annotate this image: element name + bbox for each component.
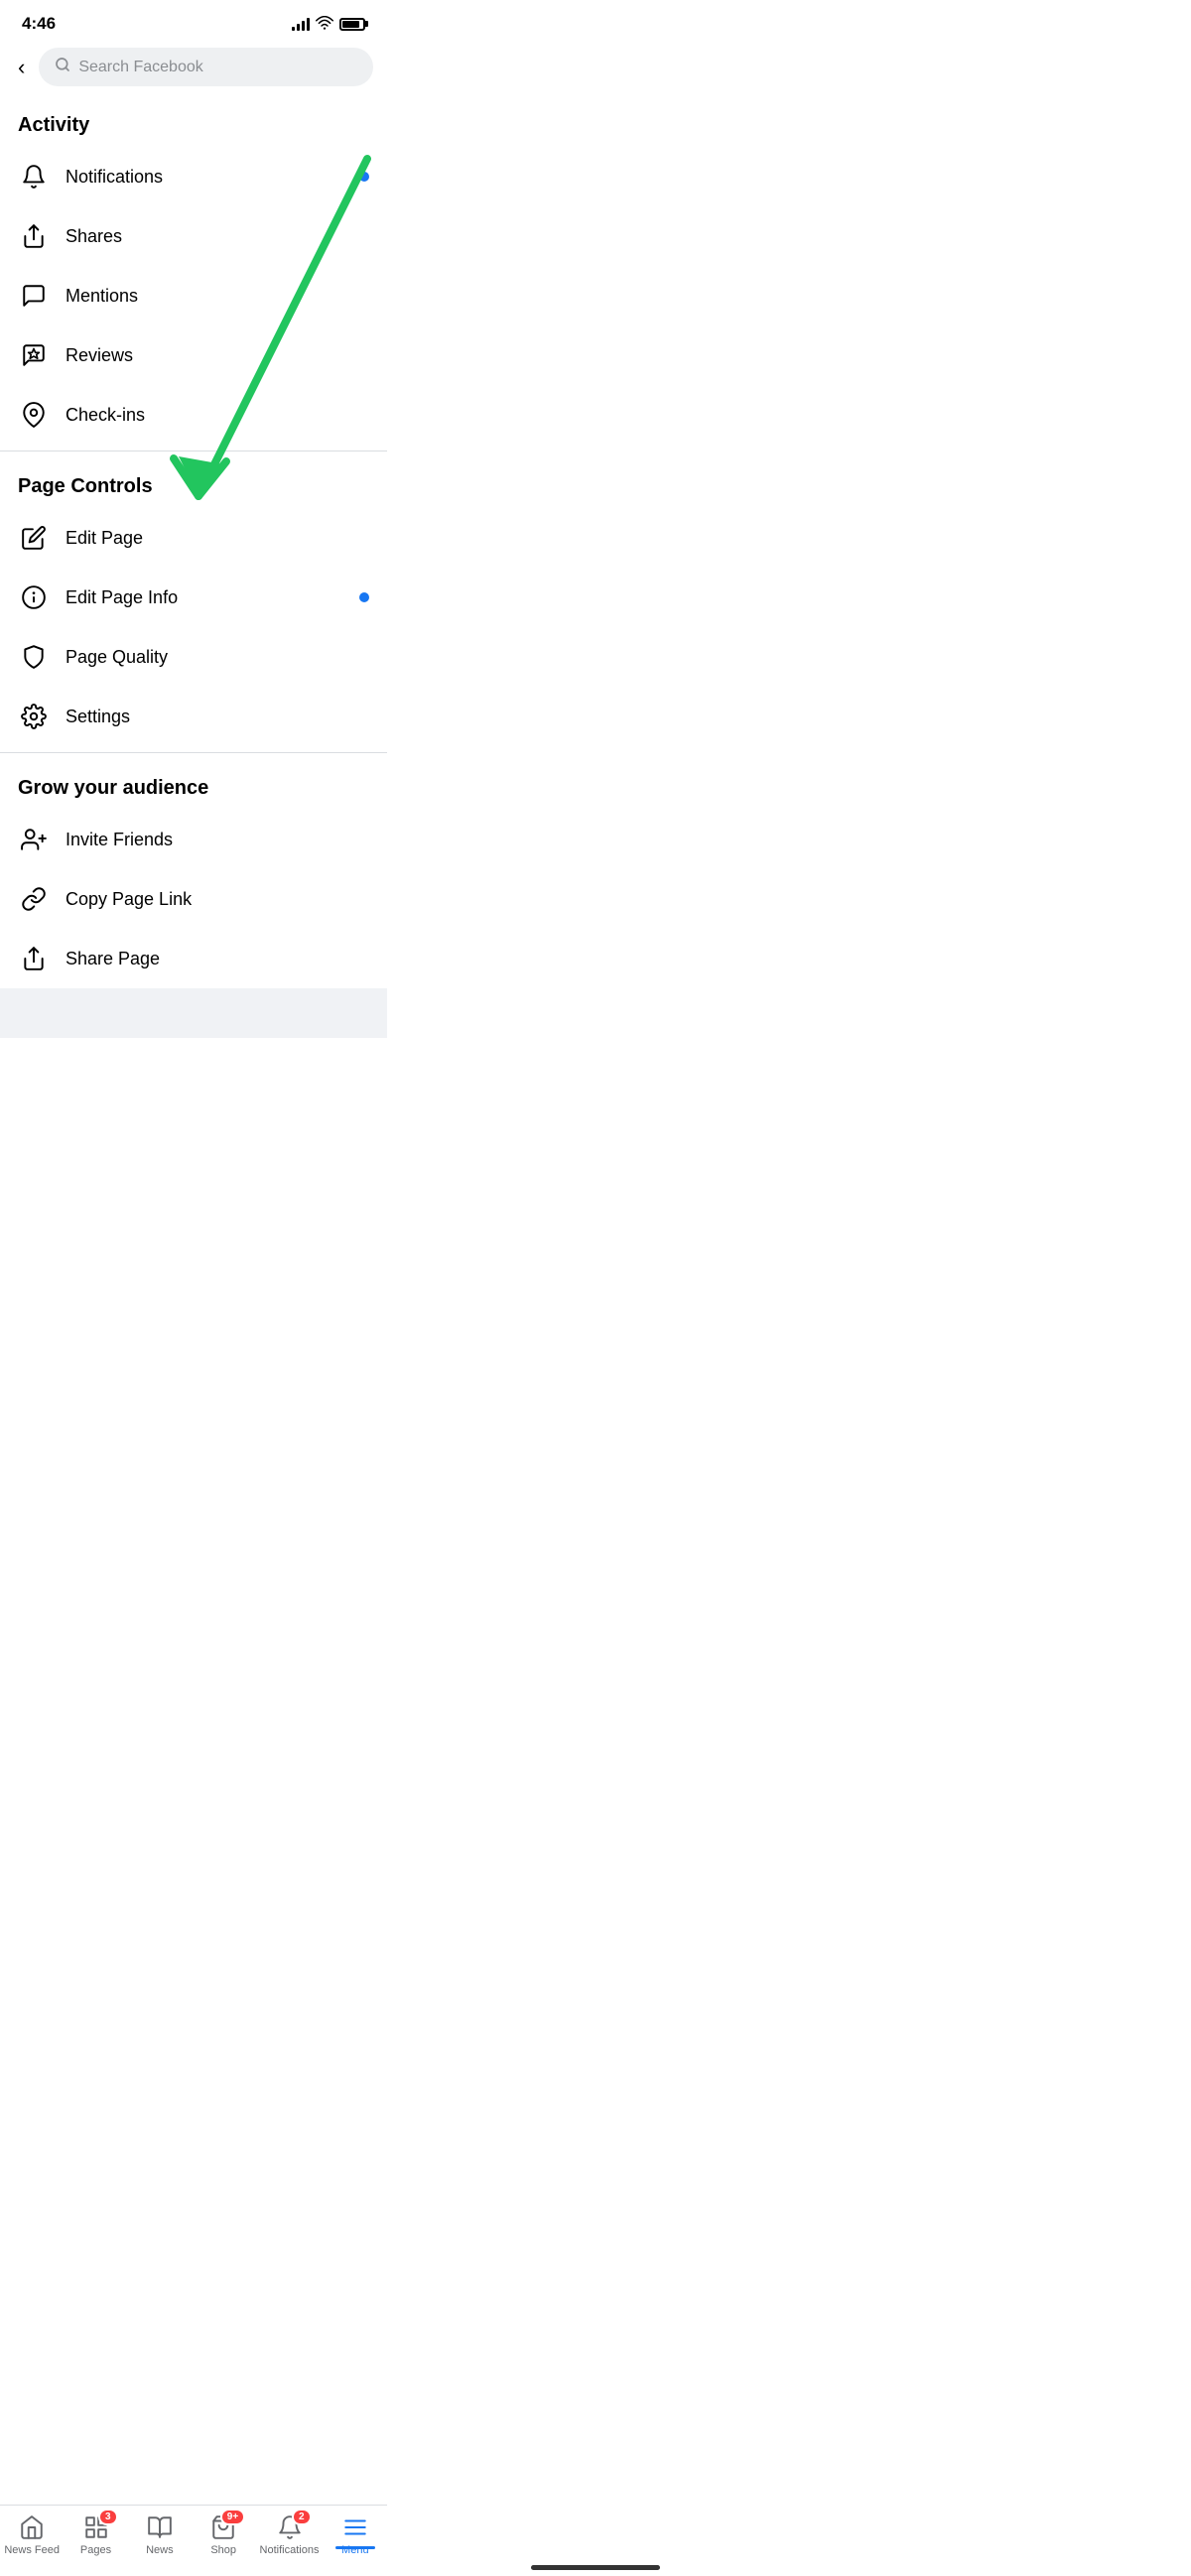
person-plus-icon — [18, 824, 50, 855]
top-nav: ‹ Search Facebook — [0, 42, 387, 96]
share-page-item[interactable]: Share Page — [0, 929, 387, 988]
share-page-icon — [18, 943, 50, 974]
invite-friends-label: Invite Friends — [66, 830, 369, 850]
gear-icon — [18, 701, 50, 732]
pages-badge: 3 — [98, 2509, 118, 2525]
tab-pages[interactable]: 3 Pages — [68, 2513, 124, 2556]
pencil-icon — [18, 522, 50, 554]
news-icon — [146, 2513, 174, 2541]
menu-active-indicator — [335, 2546, 375, 2549]
search-placeholder: Search Facebook — [78, 59, 202, 76]
checkins-item[interactable]: Check-ins — [0, 385, 387, 445]
tab-shop[interactable]: 9+ Shop — [196, 2513, 251, 2556]
checkins-label: Check-ins — [66, 405, 369, 426]
location-icon — [18, 399, 50, 431]
tab-menu[interactable]: Menu — [328, 2513, 383, 2556]
page-quality-item[interactable]: Page Quality — [0, 627, 387, 687]
signal-icon — [292, 17, 310, 31]
shares-item[interactable]: Shares — [0, 206, 387, 266]
home-icon — [18, 2513, 46, 2541]
copy-page-link-item[interactable]: Copy Page Link — [0, 869, 387, 929]
pages-tab-label: Pages — [80, 2544, 111, 2556]
status-bar: 4:46 — [0, 0, 387, 42]
status-icons — [292, 16, 365, 33]
share-icon — [18, 220, 50, 252]
edit-page-label: Edit Page — [66, 528, 369, 549]
back-button[interactable]: ‹ — [14, 51, 29, 84]
settings-item[interactable]: Settings — [0, 687, 387, 746]
shield-icon — [18, 641, 50, 673]
shop-tab-label: Shop — [210, 2544, 236, 2556]
main-content: Activity Notifications — [0, 96, 387, 1038]
invite-friends-item[interactable]: Invite Friends — [0, 810, 387, 869]
grow-audience-section: Grow your audience Invite Friends — [0, 759, 387, 988]
notifications-item[interactable]: Notifications — [0, 147, 387, 206]
notifications-label: Notifications — [66, 167, 343, 188]
bell-icon — [18, 161, 50, 193]
notifications-tab-label: Notifications — [260, 2544, 320, 2556]
page-quality-label: Page Quality — [66, 647, 369, 668]
page-controls-section: Page Controls Edit Page — [0, 457, 387, 746]
wifi-icon — [316, 16, 333, 33]
link-icon — [18, 883, 50, 915]
edit-page-item[interactable]: Edit Page — [0, 508, 387, 568]
tab-news-feed[interactable]: News Feed — [4, 2513, 60, 2556]
shop-icon: 9+ — [209, 2513, 237, 2541]
reviews-icon — [18, 339, 50, 371]
shop-badge: 9+ — [220, 2509, 245, 2525]
mentions-label: Mentions — [66, 286, 369, 307]
grow-audience-header: Grow your audience — [0, 759, 387, 810]
tab-notifications[interactable]: 2 Notifications — [260, 2513, 320, 2556]
search-icon — [55, 57, 70, 77]
edit-page-info-label: Edit Page Info — [66, 587, 343, 608]
notifications-tab-badge: 2 — [292, 2509, 312, 2525]
pages-icon: 3 — [82, 2513, 110, 2541]
menu-icon — [341, 2513, 369, 2541]
mentions-icon — [18, 280, 50, 312]
share-page-label: Share Page — [66, 949, 369, 969]
tab-bar: News Feed 3 Pages News — [0, 2505, 387, 2576]
activity-header: Activity — [0, 96, 387, 147]
reviews-item[interactable]: Reviews — [0, 325, 387, 385]
copy-page-link-label: Copy Page Link — [66, 889, 369, 910]
reviews-label: Reviews — [66, 345, 369, 366]
tab-news[interactable]: News — [132, 2513, 188, 2556]
home-indicator — [531, 2565, 660, 2570]
search-bar[interactable]: Search Facebook — [39, 48, 373, 86]
page-controls-header: Page Controls — [0, 457, 387, 508]
settings-label: Settings — [66, 707, 369, 727]
info-circle-icon — [18, 581, 50, 613]
divider-2 — [0, 752, 387, 753]
shares-label: Shares — [66, 226, 369, 247]
battery-icon — [339, 18, 365, 31]
gray-area — [0, 988, 387, 1038]
news-tab-label: News — [146, 2544, 174, 2556]
edit-page-info-item[interactable]: Edit Page Info — [0, 568, 387, 627]
status-time: 4:46 — [22, 14, 56, 34]
mentions-item[interactable]: Mentions — [0, 266, 387, 325]
news-feed-tab-label: News Feed — [4, 2544, 60, 2556]
notifications-badge — [359, 172, 369, 182]
activity-section: Activity Notifications — [0, 96, 387, 445]
bell-tab-icon: 2 — [276, 2513, 304, 2541]
edit-page-info-badge — [359, 592, 369, 602]
